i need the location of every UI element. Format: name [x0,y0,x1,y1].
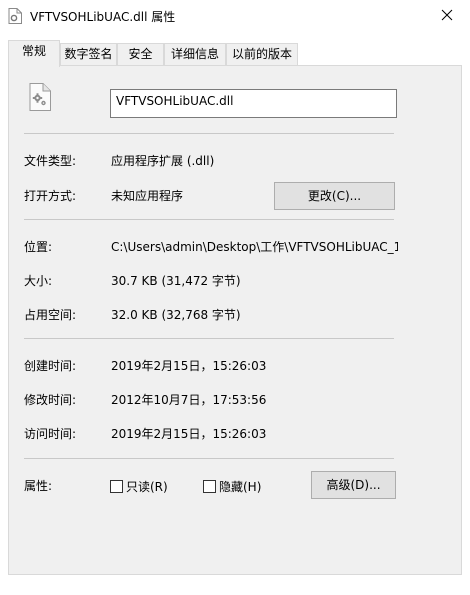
readonly-checkbox[interactable]: 只读(R) [110,478,168,494]
tab-digital-signatures[interactable]: 数字签名 [60,43,117,65]
hidden-checkbox[interactable]: 隐藏(H) [203,478,261,494]
size-on-disk-label: 占用空间: [24,308,77,322]
divider [24,133,394,134]
title-bar[interactable]: VFTVSOHLibUAC.dll 属性 [0,0,470,32]
change-button[interactable]: 更改(C)... [274,182,395,210]
opens-with-label: 打开方式: [24,189,77,203]
checkbox-box[interactable] [110,479,123,493]
advanced-button[interactable]: 高级(D)... [311,471,396,499]
file-name-input[interactable]: VFTVSOHLibUAC.dll [110,89,397,118]
dll-gear-file-icon [29,83,51,111]
tab-security[interactable]: 安全 [117,43,164,65]
tab-details[interactable]: 详细信息 [164,43,226,65]
readonly-label: 只读(R) [126,479,168,494]
created-label: 创建时间: [24,359,77,373]
file-type-value: 应用程序扩展 (.dll) [111,154,215,168]
accessed-label: 访问时间: [24,427,77,441]
window-title: VFTVSOHLibUAC.dll 属性 [30,10,176,24]
accessed-value: 2019年2月15日，15:26:03 [111,427,267,441]
location-label: 位置: [24,240,53,254]
close-icon [441,9,453,24]
created-value: 2019年2月15日，15:26:03 [111,359,267,373]
modified-label: 修改时间: [24,393,77,407]
dialog-bottom-area [0,575,470,595]
hidden-label: 隐藏(H) [219,479,262,494]
location-value: C:\Users\admin\Desktop\工作\VFTVSOHLibUAC_… [111,240,398,254]
tab-previous-versions[interactable]: 以前的版本 [226,43,298,65]
attributes-label: 属性: [24,479,53,493]
checkbox-box[interactable] [203,479,216,493]
size-on-disk-value: 32.0 KB (32,768 字节) [111,308,241,322]
size-label: 大小: [24,274,53,288]
modified-value: 2012年10月7日，17:53:56 [111,393,267,407]
tab-general[interactable]: 常规 [8,40,60,67]
divider [24,338,394,339]
opens-with-value: 未知应用程序 [111,189,184,203]
tab-bar: 常规 数字签名 安全 详细信息 以前的版本 [0,40,470,67]
close-button[interactable] [424,0,470,32]
divider [24,458,394,459]
dll-file-icon [8,8,22,24]
file-type-label: 文件类型: [24,154,77,168]
divider [24,219,394,220]
size-value: 30.7 KB (31,472 字节) [111,274,241,288]
